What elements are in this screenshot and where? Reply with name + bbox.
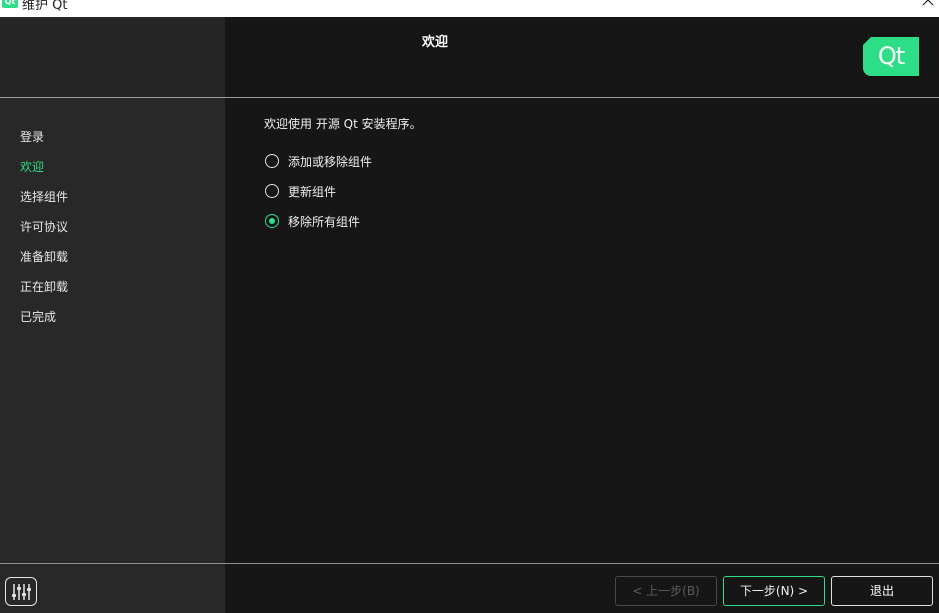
step-finished: 已完成 xyxy=(20,310,57,324)
page-header: 欢迎 Qt xyxy=(225,17,939,97)
step-license: 许可协议 xyxy=(20,220,69,234)
step-welcome: 欢迎 xyxy=(20,160,45,174)
step-login: 登录 xyxy=(20,130,45,144)
qt-app-icon: Qt xyxy=(2,0,18,8)
settings-sliders-icon xyxy=(12,583,31,600)
window-title: 维护 Qt xyxy=(22,0,68,13)
radio-add-remove-components[interactable] xyxy=(265,154,279,168)
main-content: 欢迎使用 开源 Qt 安装程序。 添加或移除组件 更新组件 移除所有组件 xyxy=(225,98,939,563)
option-label: 移除所有组件 xyxy=(288,214,361,229)
wizard-steps: 登录 欢迎 选择组件 许可协议 准备卸载 正在卸载 已完成 xyxy=(20,128,68,338)
option-update-components[interactable]: 更新组件 xyxy=(265,182,336,200)
option-label: 添加或移除组件 xyxy=(288,154,373,169)
step-uninstalling: 正在卸载 xyxy=(20,280,69,294)
close-icon[interactable] xyxy=(921,0,935,7)
welcome-text: 欢迎使用 开源 Qt 安装程序。 xyxy=(264,117,422,131)
page-title: 欢迎 xyxy=(421,35,448,50)
option-add-remove-components[interactable]: 添加或移除组件 xyxy=(265,152,372,170)
qt-logo: Qt xyxy=(863,37,919,76)
option-remove-all-components[interactable]: 移除所有组件 xyxy=(265,212,360,230)
settings-button[interactable] xyxy=(5,577,37,606)
radio-remove-all-components[interactable] xyxy=(265,214,279,228)
sidebar-header xyxy=(0,17,225,97)
window-titlebar: Qt 维护 Qt xyxy=(0,0,939,17)
quit-button[interactable]: 退出 xyxy=(831,576,933,606)
radio-update-components[interactable] xyxy=(265,184,279,198)
back-button[interactable]: < 上一步(B) xyxy=(615,576,717,606)
next-button[interactable]: 下一步(N) > xyxy=(723,576,825,606)
option-label: 更新组件 xyxy=(288,184,337,199)
step-select-components: 选择组件 xyxy=(20,190,69,204)
step-prepare-uninstall: 准备卸载 xyxy=(20,250,69,264)
